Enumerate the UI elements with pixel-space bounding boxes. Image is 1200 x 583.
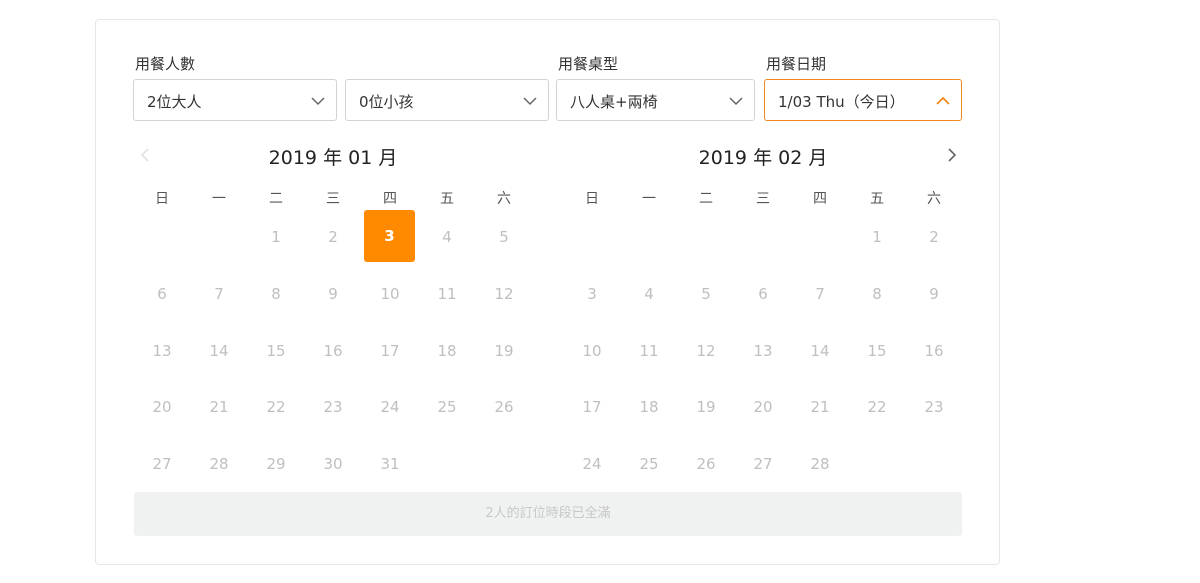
weekday-header: 五 [870, 191, 884, 207]
calendar-day: 13 [753, 342, 773, 360]
calendar-day: 27 [753, 455, 773, 473]
calendar-day: 24 [582, 455, 602, 473]
calendar-day: 23 [323, 398, 343, 416]
calendar-day: 28 [209, 455, 229, 473]
calendar-day: 14 [810, 342, 830, 360]
calendar-day: 8 [872, 285, 882, 303]
calendar-day: 31 [380, 455, 400, 473]
month-title: 2019 年 02 月 [698, 147, 828, 169]
calendar-day: 26 [696, 455, 716, 473]
date-select[interactable]: 1/03 Thu（今日） [764, 79, 962, 121]
party-size-label: 用餐人數 [135, 55, 196, 73]
table-type-select-value: 八人桌+兩椅 [570, 93, 658, 111]
calendar-day: 2 [929, 228, 939, 246]
weekday-header: 日 [155, 191, 169, 207]
calendar-day: 5 [701, 285, 711, 303]
calendar-day: 11 [639, 342, 659, 360]
calendar-day: 25 [639, 455, 659, 473]
calendar-day: 9 [929, 285, 939, 303]
calendar-day: 9 [328, 285, 338, 303]
calendar-day: 23 [924, 398, 944, 416]
weekday-header: 四 [813, 191, 827, 207]
calendar-day: 10 [380, 285, 400, 303]
calendar-day: 15 [266, 342, 286, 360]
calendar-day: 19 [494, 342, 514, 360]
calendar-day: 30 [323, 455, 343, 473]
calendar-day: 4 [442, 228, 452, 246]
calendar-day: 8 [271, 285, 281, 303]
weekday-header: 三 [326, 191, 340, 207]
calendar-day: 27 [152, 455, 172, 473]
prev-month-chevron-left-icon[interactable] [137, 146, 153, 164]
chevron-down-icon [311, 97, 325, 106]
weekday-header: 四 [383, 191, 397, 207]
calendar-day: 24 [380, 398, 400, 416]
calendar-day: 11 [437, 285, 457, 303]
weekday-header: 五 [440, 191, 454, 207]
table-type-label: 用餐桌型 [558, 55, 619, 73]
calendar-day: 5 [499, 228, 509, 246]
calendar-day: 10 [582, 342, 602, 360]
calendar-day: 6 [157, 285, 167, 303]
calendar-day: 16 [323, 342, 343, 360]
calendar-day: 4 [644, 285, 654, 303]
weekday-header: 六 [497, 191, 511, 207]
calendar-day: 1 [271, 228, 281, 246]
adults-select-value: 2位大人 [147, 93, 202, 111]
date-label: 用餐日期 [766, 55, 827, 73]
weekday-header: 六 [927, 191, 941, 207]
month-title: 2019 年 01 月 [268, 147, 398, 169]
calendar-day: 19 [696, 398, 716, 416]
calendar-day: 21 [810, 398, 830, 416]
calendar-day: 22 [867, 398, 887, 416]
calendar-day: 22 [266, 398, 286, 416]
weekday-header: 二 [699, 191, 713, 207]
weekday-header: 三 [756, 191, 770, 207]
calendar-day: 15 [867, 342, 887, 360]
adults-select[interactable]: 2位大人 [133, 79, 337, 121]
calendar-day: 20 [753, 398, 773, 416]
calendar-day: 7 [815, 285, 825, 303]
calendar-day: 16 [924, 342, 944, 360]
calendar-day: 18 [437, 342, 457, 360]
weekday-header: 二 [269, 191, 283, 207]
date-select-value: 1/03 Thu（今日） [778, 93, 905, 111]
calendar-day: 17 [582, 398, 602, 416]
calendar-day: 29 [266, 455, 286, 473]
calendar-day: 13 [152, 342, 172, 360]
calendar-day: 12 [494, 285, 514, 303]
calendar-day: 21 [209, 398, 229, 416]
chevron-down-icon [729, 97, 743, 106]
weekday-header: 一 [642, 191, 656, 207]
weekday-header: 日 [585, 191, 599, 207]
calendar-day-selected[interactable]: 3 [364, 210, 415, 262]
table-type-select[interactable]: 八人桌+兩椅 [556, 79, 755, 121]
calendar-day: 26 [494, 398, 514, 416]
fully-booked-banner: 2人的訂位時段已全滿 [134, 492, 962, 536]
calendar-day: 7 [214, 285, 224, 303]
calendar-day: 20 [152, 398, 172, 416]
calendar-day: 14 [209, 342, 229, 360]
calendar-day: 6 [758, 285, 768, 303]
calendar-day: 3 [587, 285, 597, 303]
calendar-day: 17 [380, 342, 400, 360]
chevron-down-icon [523, 97, 537, 106]
next-month-chevron-right-icon[interactable] [944, 146, 960, 164]
calendar-day: 25 [437, 398, 457, 416]
chevron-up-icon [936, 96, 950, 105]
calendar-day: 18 [639, 398, 659, 416]
children-select[interactable]: 0位小孩 [345, 79, 549, 121]
calendar-day: 28 [810, 455, 830, 473]
calendar-day: 2 [328, 228, 338, 246]
weekday-header: 一 [212, 191, 226, 207]
calendar-day: 1 [872, 228, 882, 246]
children-select-value: 0位小孩 [359, 93, 414, 111]
calendar-day: 12 [696, 342, 716, 360]
